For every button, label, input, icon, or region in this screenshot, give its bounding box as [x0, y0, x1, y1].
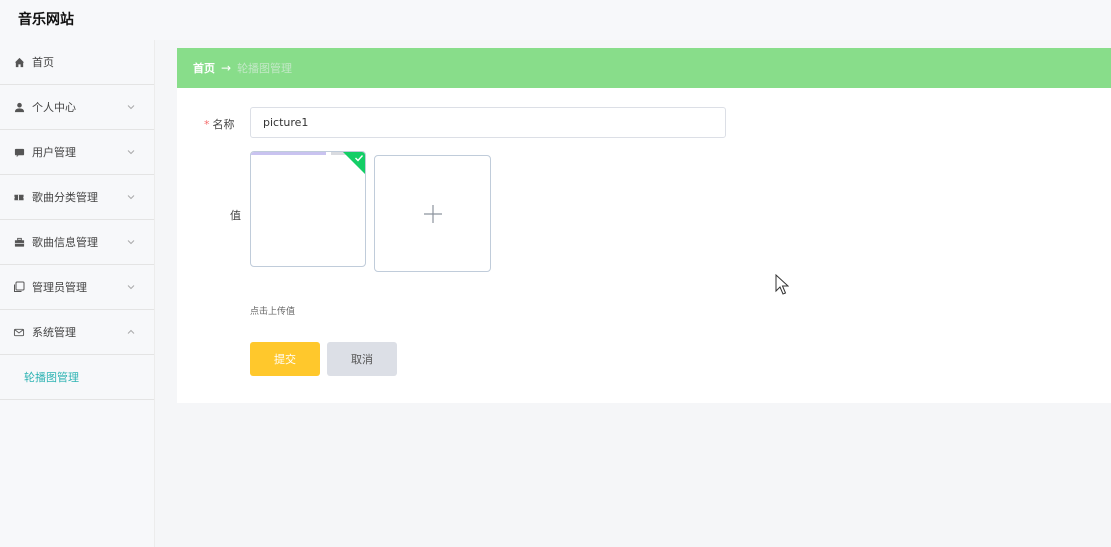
breadcrumb-separator: →: [221, 61, 232, 75]
sidebar-item-label: 歌曲分类管理: [32, 191, 98, 204]
top-bar: 音乐网站: [0, 0, 1111, 40]
chevron-down-icon: [126, 282, 136, 292]
submit-button[interactable]: 提交: [250, 342, 320, 376]
check-icon: [355, 155, 364, 162]
sidebar-item-admin-management[interactable]: 管理员管理: [0, 265, 154, 310]
chat-icon: [12, 145, 26, 159]
sidebar-item-user-management[interactable]: 用户管理: [0, 130, 154, 175]
chevron-down-icon: [126, 237, 136, 247]
required-asterisk: *: [204, 118, 210, 131]
upload-tip: 点击上传值: [250, 307, 296, 317]
briefcase-icon: [12, 235, 26, 249]
sidebar-item-label: 管理员管理: [32, 281, 87, 294]
breadcrumb-home[interactable]: 首页: [193, 60, 215, 76]
site-title: 音乐网站: [18, 12, 74, 28]
ticket-icon: [12, 190, 26, 204]
mouse-cursor-icon: [775, 274, 789, 295]
breadcrumb-current: 轮播图管理: [237, 62, 293, 75]
copy-icon: [12, 280, 26, 294]
chevron-up-icon: [126, 327, 136, 337]
breadcrumb: 首页 → 轮播图管理: [177, 48, 1111, 88]
sidebar-item-song-category[interactable]: 歌曲分类管理: [0, 175, 154, 220]
sidebar-item-song-info[interactable]: 歌曲信息管理: [0, 220, 154, 265]
add-image-button[interactable]: [374, 155, 491, 272]
uploaded-image-thumbnail: [251, 152, 326, 155]
sidebar-item-label: 个人中心: [32, 101, 76, 114]
sidebar-subitem-carousel-management[interactable]: 轮播图管理: [0, 355, 154, 400]
value-label: 值: [230, 209, 241, 222]
plus-icon: [423, 204, 442, 223]
sidebar-item-label: 歌曲信息管理: [32, 236, 98, 249]
chevron-down-icon: [126, 102, 136, 112]
sidebar-item-home[interactable]: 首页: [0, 40, 154, 85]
home-icon: [12, 55, 26, 69]
chevron-down-icon: [126, 147, 136, 157]
cancel-button[interactable]: 取消: [327, 342, 397, 376]
uploaded-image-card[interactable]: [250, 151, 366, 267]
upload-success-badge: [342, 152, 365, 175]
sidebar-item-label: 首页: [32, 56, 54, 69]
name-input[interactable]: [250, 107, 726, 138]
chevron-down-icon: [126, 192, 136, 202]
sidebar-item-personal-center[interactable]: 个人中心: [0, 85, 154, 130]
sidebar: 首页 个人中心 用户管理 歌曲分类管理 歌曲信息管理 管理员管理 系统管理 轮播…: [0, 40, 155, 547]
user-icon: [12, 100, 26, 114]
message-icon: [12, 325, 26, 339]
sidebar-item-label: 用户管理: [32, 146, 76, 159]
sidebar-item-system-management[interactable]: 系统管理: [0, 310, 154, 355]
sidebar-item-label: 系统管理: [32, 326, 76, 339]
name-label: * 名称: [204, 118, 235, 131]
